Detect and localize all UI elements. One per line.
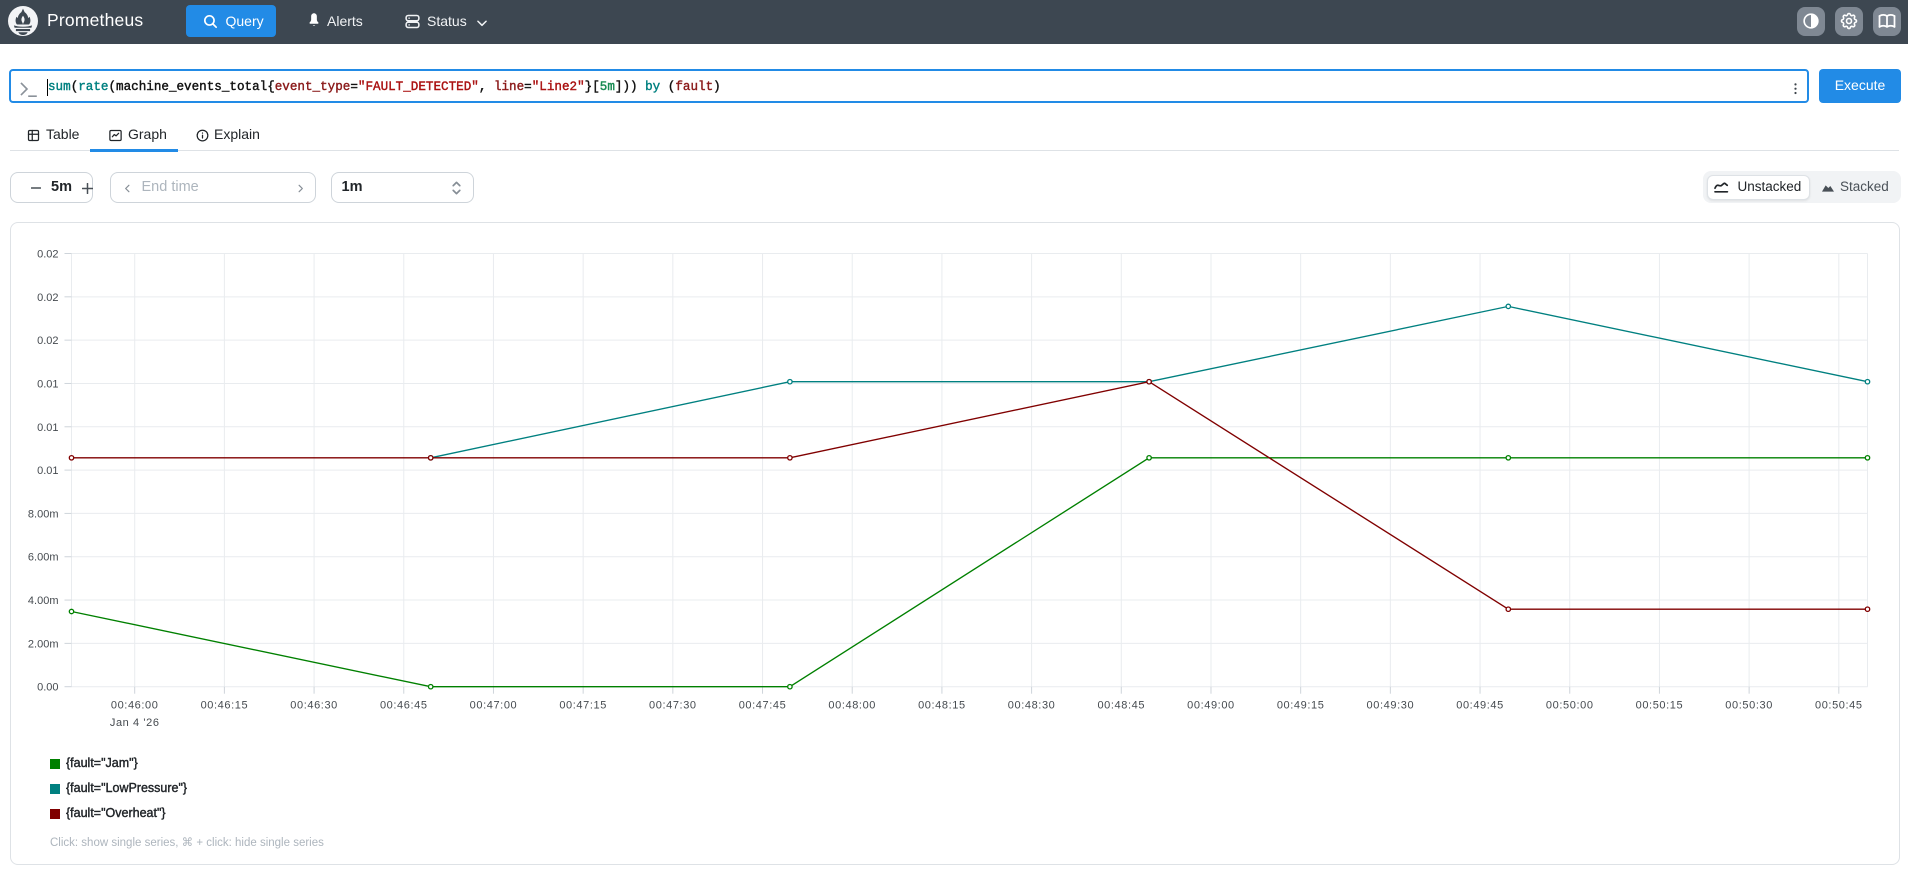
svg-text:4.00m: 4.00m	[27, 595, 58, 607]
svg-text:00:47:15: 00:47:15	[559, 700, 607, 712]
svg-text:00:49:00: 00:49:00	[1187, 700, 1235, 712]
svg-text:00:46:00: 00:46:00	[110, 700, 158, 712]
svg-text:2.00m: 2.00m	[27, 638, 58, 650]
svg-text:00:48:45: 00:48:45	[1097, 700, 1145, 712]
svg-text:00:49:15: 00:49:15	[1276, 700, 1324, 712]
svg-text:00:49:30: 00:49:30	[1366, 700, 1414, 712]
svg-text:0.01: 0.01	[37, 465, 58, 477]
svg-text:Jan 4 '26: Jan 4 '26	[109, 717, 159, 729]
svg-text:00:46:30: 00:46:30	[290, 700, 338, 712]
svg-text:00:46:15: 00:46:15	[200, 700, 248, 712]
svg-text:00:50:45: 00:50:45	[1814, 700, 1862, 712]
svg-text:00:46:45: 00:46:45	[379, 700, 427, 712]
svg-text:00:47:30: 00:47:30	[649, 700, 697, 712]
svg-text:8.00m: 8.00m	[27, 508, 58, 520]
svg-text:0.00: 0.00	[37, 682, 58, 694]
svg-text:0.02: 0.02	[37, 292, 58, 304]
svg-text:0.02: 0.02	[37, 335, 58, 347]
svg-text:00:47:00: 00:47:00	[469, 700, 517, 712]
svg-text:00:48:00: 00:48:00	[828, 700, 876, 712]
svg-text:00:50:30: 00:50:30	[1725, 700, 1773, 712]
svg-text:00:50:00: 00:50:00	[1545, 700, 1593, 712]
svg-text:00:48:15: 00:48:15	[918, 700, 966, 712]
svg-text:00:48:30: 00:48:30	[1007, 700, 1055, 712]
svg-text:0.01: 0.01	[37, 422, 58, 434]
svg-text:0.01: 0.01	[37, 378, 58, 390]
svg-text:00:49:45: 00:49:45	[1456, 700, 1504, 712]
svg-text:00:47:45: 00:47:45	[738, 700, 786, 712]
svg-text:00:50:15: 00:50:15	[1635, 700, 1683, 712]
svg-text:0.02: 0.02	[37, 249, 58, 261]
svg-text:6.00m: 6.00m	[27, 552, 58, 564]
